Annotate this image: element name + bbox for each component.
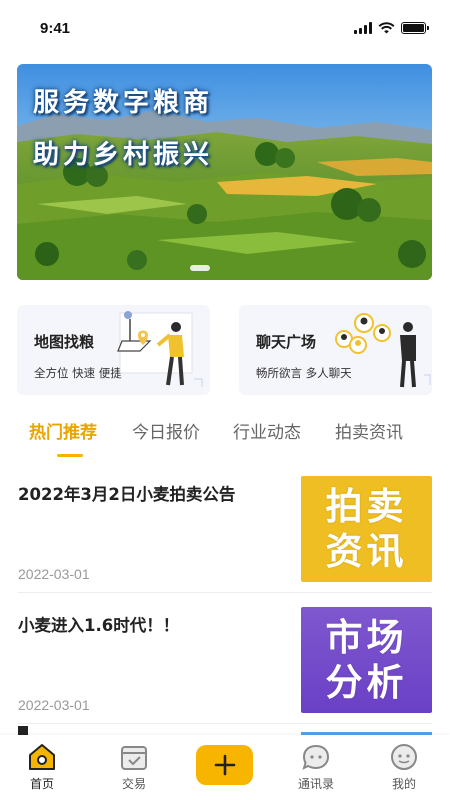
thumbnail-text: 资讯 (325, 530, 408, 573)
home-icon (29, 744, 55, 770)
divider (18, 723, 432, 724)
news-date: 2022-03-01 (18, 697, 90, 713)
news-tabs: 热门推荐 今日报价 行业动态 拍卖资讯 (0, 418, 450, 458)
tab-industry-news[interactable]: 行业动态 (233, 418, 301, 443)
publish-plus-button[interactable] (196, 745, 253, 785)
map-find-grain-card[interactable]: 地图找粮 全方位 快速 便捷 (17, 305, 210, 395)
tab-auction-info[interactable]: 拍卖资讯 (335, 418, 403, 443)
status-bar: 9:41 (0, 0, 450, 56)
news-title: 小麦进入1.6时代！！ (18, 616, 180, 635)
divider (18, 592, 432, 593)
profile-face-icon (391, 744, 417, 770)
nav-home[interactable]: 首页 (12, 743, 72, 792)
thumbnail-text: 市场 (325, 616, 408, 659)
trade-box-icon (121, 746, 147, 770)
news-date: 2022-03-01 (18, 566, 90, 582)
status-icons (354, 22, 429, 34)
news-item[interactable]: 2022年3月2日小麦拍卖公告 2022-03-01 拍卖 资讯 (0, 476, 450, 606)
thumbnail-text: 分析 (325, 661, 408, 704)
nav-profile[interactable]: 我的 (374, 743, 434, 792)
contacts-chat-icon (302, 744, 330, 770)
chat-person-illustration (335, 313, 431, 388)
bottom-nav: 首页 交易 通讯录 我的 (0, 735, 450, 800)
map-person-illustration (117, 311, 203, 387)
promo-banner[interactable]: 服务数字粮商 助力乡村振兴 (17, 64, 432, 280)
card-title: 地图找粮 (34, 333, 95, 351)
news-item[interactable]: 小麦进入1.6时代！！ 2022-03-01 市场 分析 (0, 607, 450, 737)
nav-label: 通讯录 (297, 777, 334, 791)
card-subtitle: 全方位 快速 便捷 (34, 366, 122, 380)
tab-today-quote[interactable]: 今日报价 (132, 418, 200, 443)
news-thumbnail: 市场 分析 (301, 607, 432, 713)
plus-icon (214, 754, 235, 776)
chat-square-card[interactable]: 聊天广场 畅所欲言 多人聊天 (239, 305, 432, 395)
wifi-icon (378, 22, 395, 34)
nav-contacts[interactable]: 通讯录 (286, 743, 346, 792)
thumbnail-text: 拍卖 (325, 485, 408, 528)
nav-trade[interactable]: 交易 (104, 743, 164, 792)
carousel-indicator (190, 265, 210, 271)
battery-icon (401, 22, 429, 34)
status-time: 9:41 (40, 19, 71, 37)
cellular-signal-icon (354, 22, 372, 34)
nav-label: 首页 (29, 777, 54, 791)
tab-hot-recommend[interactable]: 热门推荐 (29, 418, 97, 443)
nav-label: 我的 (391, 777, 416, 791)
nav-label: 交易 (121, 777, 146, 791)
news-thumbnail: 拍卖 资讯 (301, 476, 432, 582)
news-title: 2022年3月2日小麦拍卖公告 (18, 485, 236, 504)
banner-headline: 服务数字粮商 (33, 88, 214, 118)
banner-subheadline: 助力乡村振兴 (33, 140, 214, 170)
active-tab-indicator (57, 454, 83, 457)
card-title: 聊天广场 (256, 333, 317, 351)
